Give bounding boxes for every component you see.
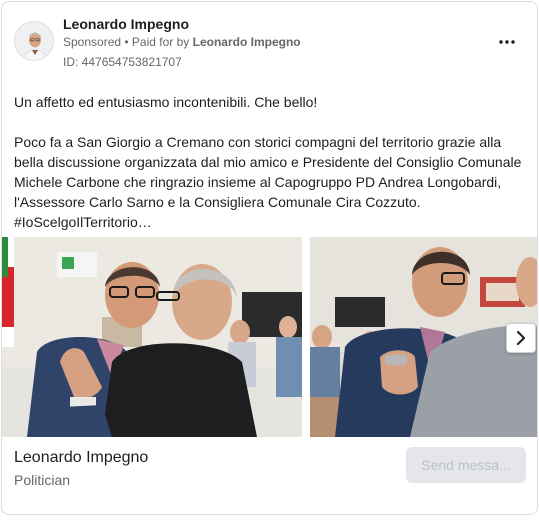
ad-header: Leonardo Impegno Sponsored • Paid for by… bbox=[2, 2, 537, 82]
paid-for-name[interactable]: Leonardo Impegno bbox=[193, 35, 301, 49]
footer-page-name[interactable]: Leonardo Impegno bbox=[14, 449, 148, 467]
avatar-portrait-image bbox=[15, 22, 53, 60]
ad-id: ID: 447654753821707 bbox=[63, 55, 182, 69]
ad-card: Leonardo Impegno Sponsored • Paid for by… bbox=[1, 1, 538, 515]
sponsored-label: Sponsored bbox=[63, 35, 122, 49]
carousel-next-button[interactable] bbox=[506, 323, 536, 353]
page-name-link[interactable]: Leonardo Impegno bbox=[63, 16, 189, 32]
image-carousel bbox=[2, 237, 537, 437]
event-photo-embrace bbox=[2, 237, 302, 437]
ad-footer: Leonardo Impegno Politician Send messa..… bbox=[2, 439, 537, 514]
carousel-photo-2[interactable] bbox=[310, 237, 537, 437]
sponsored-line: Sponsored • Paid for by Leonardo Impegno bbox=[63, 35, 301, 49]
ad-body-text: Un affetto ed entusiasmo incontenibili. … bbox=[14, 94, 522, 230]
send-message-button[interactable]: Send messa... bbox=[406, 447, 526, 483]
more-horizontal-icon bbox=[499, 40, 515, 44]
carousel-photo-1[interactable] bbox=[2, 237, 302, 437]
avatar[interactable] bbox=[14, 21, 54, 61]
more-options-button[interactable] bbox=[495, 32, 519, 52]
event-photo-handshake bbox=[310, 237, 537, 437]
paid-for-prefix: • Paid for by bbox=[121, 35, 193, 49]
footer-page-category: Politician bbox=[14, 472, 71, 488]
chevron-right-icon bbox=[517, 331, 525, 345]
